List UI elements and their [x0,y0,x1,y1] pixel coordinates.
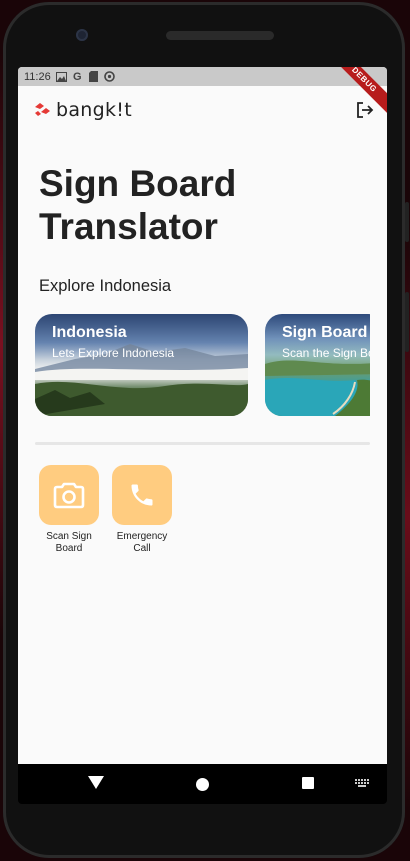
google-notification-icon: G [72,70,82,83]
status-bar: 11:26 G DEBUG [18,67,387,117]
page-title: Sign Board Translator [39,163,237,247]
logout-button[interactable] [355,100,375,120]
action-label: Emergency Call [116,531,168,554]
destination-carousel[interactable]: Indonesia Lets Explore Indonesia Sign Bo… [35,314,370,416]
front-camera [76,29,88,41]
logout-icon [357,102,374,118]
keyboard-icon[interactable] [355,779,369,788]
earpiece-speaker [166,31,274,40]
recent-apps-icon[interactable] [302,777,314,789]
scan-sign-board-action[interactable]: Scan Sign Board [34,465,104,555]
scan-sign-board-button[interactable] [39,465,99,525]
carousel-card-indonesia[interactable]: Indonesia Lets Explore Indonesia [35,314,248,416]
home-icon[interactable] [196,778,209,791]
section-divider [35,442,370,445]
gallery-notification-icon [55,71,67,82]
logo-mark-icon [35,103,50,116]
section-subtitle: Explore Indonesia [39,277,172,295]
card-subtitle: Lets Explore Indonesia [52,346,175,360]
carousel-card-sign-board[interactable]: Sign Board Scan the Sign Board [265,314,370,416]
power-button [405,292,409,352]
sync-notification-icon [103,71,115,82]
emergency-call-button[interactable] [112,465,172,525]
status-time: 11:26 [24,70,51,83]
card-title: Indonesia [52,324,127,341]
storage-notification-icon [88,71,99,82]
logo-text: bangk!t [56,99,132,121]
card-title: Sign Board [282,324,368,341]
emergency-call-action[interactable]: Emergency Call [107,465,177,555]
app-bar: bangk!t [18,86,387,134]
back-icon[interactable] [88,776,104,789]
app-screen: 11:26 G DEBUG bangk!t Sign Board Transla… [18,67,387,764]
card-subtitle: Scan the Sign Board [282,346,370,360]
bangkit-logo: bangk!t [34,99,132,121]
action-label: Scan Sign Board [46,531,92,554]
phone-icon [131,484,153,506]
system-navigation-bar [18,764,387,804]
camera-icon [53,482,85,509]
volume-button [405,202,409,242]
